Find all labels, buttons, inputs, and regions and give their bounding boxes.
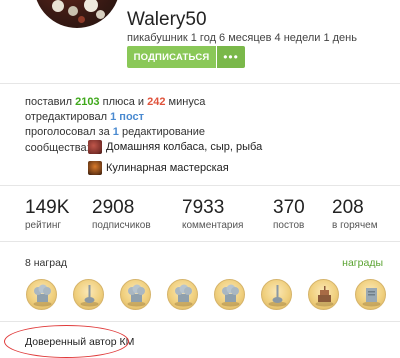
cookbook-award-icon[interactable] (355, 279, 386, 310)
ladle-award-icon[interactable] (261, 279, 292, 310)
plus-count: 2103 (75, 96, 100, 108)
cake-award-icon[interactable] (308, 279, 339, 310)
more-options-button[interactable]: ••• (217, 46, 245, 68)
community-item-kitchen[interactable]: Кулинарная мастерская (88, 161, 229, 175)
stat-hot[interactable]: 208 в горячем (332, 197, 378, 231)
edited-posts-link[interactable]: 1 пост (110, 111, 144, 123)
divider (0, 83, 400, 84)
subscribe-group: ПОДПИСАТЬСЯ ••• (127, 46, 245, 68)
ladle-award-icon[interactable] (73, 279, 104, 310)
minus-count: 242 (147, 96, 166, 108)
chef-hat-award-icon[interactable] (167, 279, 198, 310)
sausage-community-icon (88, 140, 102, 154)
awards-link[interactable]: награды (342, 257, 383, 269)
stat-rating: 149K рейтинг (25, 197, 70, 231)
edited-line: отредактировал 1 пост (25, 111, 145, 123)
user-avatar[interactable] (34, 0, 120, 28)
chef-hat-award-icon[interactable] (214, 279, 245, 310)
stat-comments[interactable]: 7933 комментария (182, 197, 243, 231)
votes-line: поставил 2103 плюса и 242 минуса (25, 96, 206, 108)
chef-hat-award-icon[interactable] (26, 279, 57, 310)
communities-label: сообщества: (25, 142, 90, 154)
stat-subscribers[interactable]: 2908 подписчиков (92, 197, 151, 231)
divider (0, 185, 400, 186)
chef-hat-award-icon[interactable] (120, 279, 151, 310)
community-item-sausage[interactable]: Домашняя колбаса, сыр, рыба (88, 140, 262, 154)
stat-posts[interactable]: 370 постов (273, 197, 305, 231)
voted-line: проголосовал за 1 редактирование (25, 126, 206, 138)
divider (0, 241, 400, 242)
kitchen-community-icon (88, 161, 102, 175)
username: Walery50 (127, 9, 207, 30)
member-since: пикабушник 1 год 6 месяцев 4 недели 1 де… (127, 32, 357, 44)
annotation-circle (4, 325, 129, 358)
awards-count: 8 наград (25, 257, 68, 269)
divider (0, 321, 400, 322)
subscribe-button[interactable]: ПОДПИСАТЬСЯ (127, 46, 216, 68)
